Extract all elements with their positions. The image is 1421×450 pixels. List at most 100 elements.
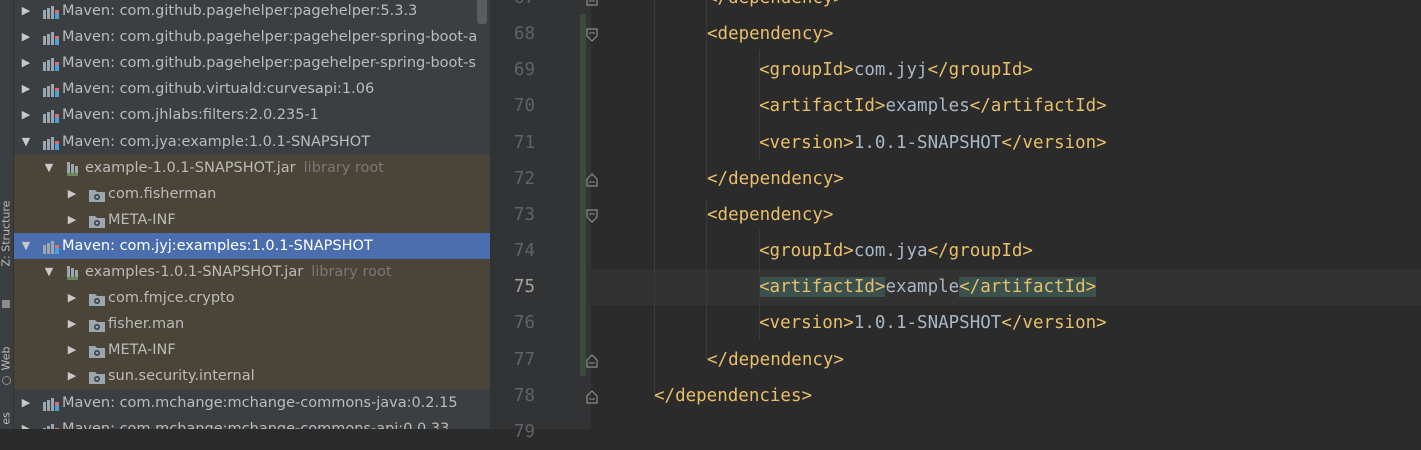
xml-tag: <dependency>	[707, 24, 834, 45]
tree-item[interactable]: ▶ com.fisherman	[14, 180, 490, 207]
tree-item[interactable]: ▶ fisher.man	[14, 311, 490, 338]
code-line[interactable]: <dependency>	[591, 197, 1421, 233]
tree-item[interactable]: ▶ Maven: com.github.virtuald:curvesapi:1.…	[14, 76, 490, 102]
code-line[interactable]: <artifactId>examples</artifactId>	[591, 88, 1421, 124]
expand-arrow-icon[interactable]: ▶	[20, 76, 32, 102]
maven-library-icon	[42, 421, 60, 429]
code-line[interactable]: </dependency>	[591, 342, 1421, 378]
line-number: 76	[513, 313, 535, 334]
structure-icon	[2, 300, 10, 308]
expand-arrow-icon[interactable]: ▶	[20, 50, 32, 76]
code-line[interactable]: <version>1.0.1-SNAPSHOT</version>	[591, 125, 1421, 161]
xml-tag: <artifactId>	[759, 96, 886, 117]
xml-tag: </dependency>	[707, 349, 844, 370]
tree-item[interactable]: ▼ example-1.0.1-SNAPSHOT.jar library root	[14, 154, 490, 181]
fold-open-icon[interactable]	[586, 27, 598, 42]
indent-guide	[706, 200, 707, 360]
line-number: 78	[513, 385, 535, 406]
fold-close-icon[interactable]	[586, 353, 598, 368]
tree-scrollbar[interactable]	[477, 0, 487, 24]
fold-open-icon[interactable]	[586, 208, 598, 223]
tree-item-label: com.fmjce.crypto	[108, 290, 235, 307]
code-line[interactable]: </dependency>	[591, 161, 1421, 197]
xml-tag: </dependency>	[707, 0, 844, 8]
project-tree[interactable]: ▶ Maven: com.github.pagehelper:pagehelper…	[14, 0, 490, 429]
line-number: 79	[513, 421, 535, 442]
tree-item[interactable]: ▼ examples-1.0.1-SNAPSHOT.jar library root	[14, 259, 490, 285]
code-line[interactable]: <version>1.0.1-SNAPSHOT</version>	[591, 305, 1421, 341]
code-line[interactable]: <groupId>com.jyj</groupId>	[591, 52, 1421, 88]
expand-arrow-icon[interactable]: ▶	[20, 390, 32, 416]
line-number: 73	[513, 204, 535, 225]
tree-item-label: Maven: com.mchange:mchange-commons-java:…	[62, 394, 458, 411]
xml-tag: </groupId>	[927, 241, 1033, 262]
expand-arrow-icon[interactable]: ▶	[66, 311, 78, 337]
expand-arrow-icon[interactable]: ▶	[66, 337, 78, 363]
package-icon	[88, 186, 106, 202]
xml-tag: </version>	[1001, 132, 1107, 153]
fold-close-icon[interactable]	[586, 0, 598, 6]
tree-item-label: examples-1.0.1-SNAPSHOT.jar library root	[85, 264, 392, 280]
tree-item[interactable]: ▶ Maven: com.github.pagehelper:pagehelper…	[14, 50, 490, 76]
line-number: 71	[513, 132, 535, 153]
library-root-hint: library root	[303, 159, 384, 176]
tree-item[interactable]: ▼ Maven: com.jyj:examples:1.0.1-SNAPSHOT	[14, 232, 490, 259]
expand-arrow-icon[interactable]: ▶	[66, 285, 78, 311]
code-line[interactable]: <artifactId>example</artifactId>	[591, 269, 1421, 306]
xml-text: 1.0.1-SNAPSHOT	[853, 132, 1002, 153]
collapse-arrow-icon[interactable]: ▼	[20, 129, 32, 155]
tree-item[interactable]: ▶ Maven: com.mchange:mchange-commons-java…	[14, 390, 490, 416]
xml-tag: </artifactId>	[959, 277, 1097, 298]
line-number: 70	[513, 96, 535, 117]
expand-arrow-icon[interactable]: ▶	[66, 181, 78, 207]
tree-item-label: fisher.man	[108, 316, 185, 333]
tool-window-strip: Z: Structure Web es	[0, 0, 14, 429]
expand-arrow-icon[interactable]: ▶	[20, 24, 32, 50]
collapse-arrow-icon[interactable]: ▼	[43, 155, 55, 181]
code-line[interactable]: </dependency>	[591, 0, 1421, 16]
tree-item[interactable]: ▶ Maven: com.mchange:mchange-commons-api:…	[14, 416, 490, 429]
package-icon	[88, 316, 106, 333]
code-editor[interactable]: 67 68 69 70 71 72 73 74 75 76 77 78 79 </dependency>…	[490, 0, 1421, 442]
code-line[interactable]	[591, 414, 1421, 450]
maven-library-icon	[42, 238, 60, 254]
indent-guide	[759, 50, 760, 160]
fold-close-icon[interactable]	[586, 172, 598, 187]
tree-item-label: META-INF	[108, 211, 176, 228]
expand-arrow-icon[interactable]: ▶	[20, 0, 32, 24]
expand-arrow-icon[interactable]: ▶	[66, 207, 78, 233]
code-line[interactable]: <groupId>com.jya</groupId>	[591, 233, 1421, 269]
web-icon	[2, 376, 11, 385]
xml-text: com.jya	[853, 241, 928, 262]
tree-item[interactable]: ▶ sun.security.internal	[14, 363, 490, 390]
expand-arrow-icon[interactable]: ▶	[66, 363, 78, 389]
expand-arrow-icon[interactable]: ▶	[20, 102, 32, 128]
expand-arrow-icon[interactable]: ▶	[20, 416, 32, 429]
favorites-tool-tab[interactable]: es	[0, 399, 13, 439]
tree-item[interactable]: ▶ META-INF	[14, 206, 490, 233]
xml-text: 1.0.1-SNAPSHOT	[853, 313, 1002, 334]
code-line[interactable]: <dependency>	[591, 16, 1421, 52]
tree-item[interactable]: ▶ Maven: com.jhlabs:filters:2.0.235-1	[14, 102, 490, 128]
tree-item[interactable]: ▶ META-INF	[14, 337, 490, 364]
xml-tag: </version>	[1001, 313, 1107, 334]
line-number: 68	[513, 24, 535, 45]
tree-item-label: Maven: com.mchange:mchange-commons-api:0…	[62, 420, 450, 429]
editor-gutter: 67 68 69 70 71 72 73 74 75 76 77 78 79	[491, 0, 591, 442]
indent-guide	[654, 0, 655, 400]
line-number: 67	[491, 0, 535, 16]
structure-tool-tab[interactable]: Z: Structure	[0, 201, 13, 267]
xml-text: example	[885, 277, 960, 298]
web-tool-tab[interactable]: Web	[0, 339, 13, 379]
collapse-arrow-icon[interactable]: ▼	[20, 233, 32, 259]
fold-close-icon[interactable]	[586, 389, 598, 404]
tree-item[interactable]: ▶ Maven: com.github.pagehelper:pagehelper…	[14, 0, 490, 24]
tree-item[interactable]: ▼ Maven: com.jya:example:1.0.1-SNAPSHOT	[14, 129, 490, 155]
package-icon	[88, 290, 106, 307]
tree-item[interactable]: ▶ Maven: com.github.pagehelper:pagehelper…	[14, 24, 490, 50]
collapse-arrow-icon[interactable]: ▼	[43, 259, 55, 285]
tree-item-label: META-INF	[108, 342, 176, 359]
tree-item[interactable]: ▶ com.fmjce.crypto	[14, 285, 490, 312]
code-line[interactable]: </dependencies>	[591, 378, 1421, 414]
jar-icon	[65, 160, 83, 176]
